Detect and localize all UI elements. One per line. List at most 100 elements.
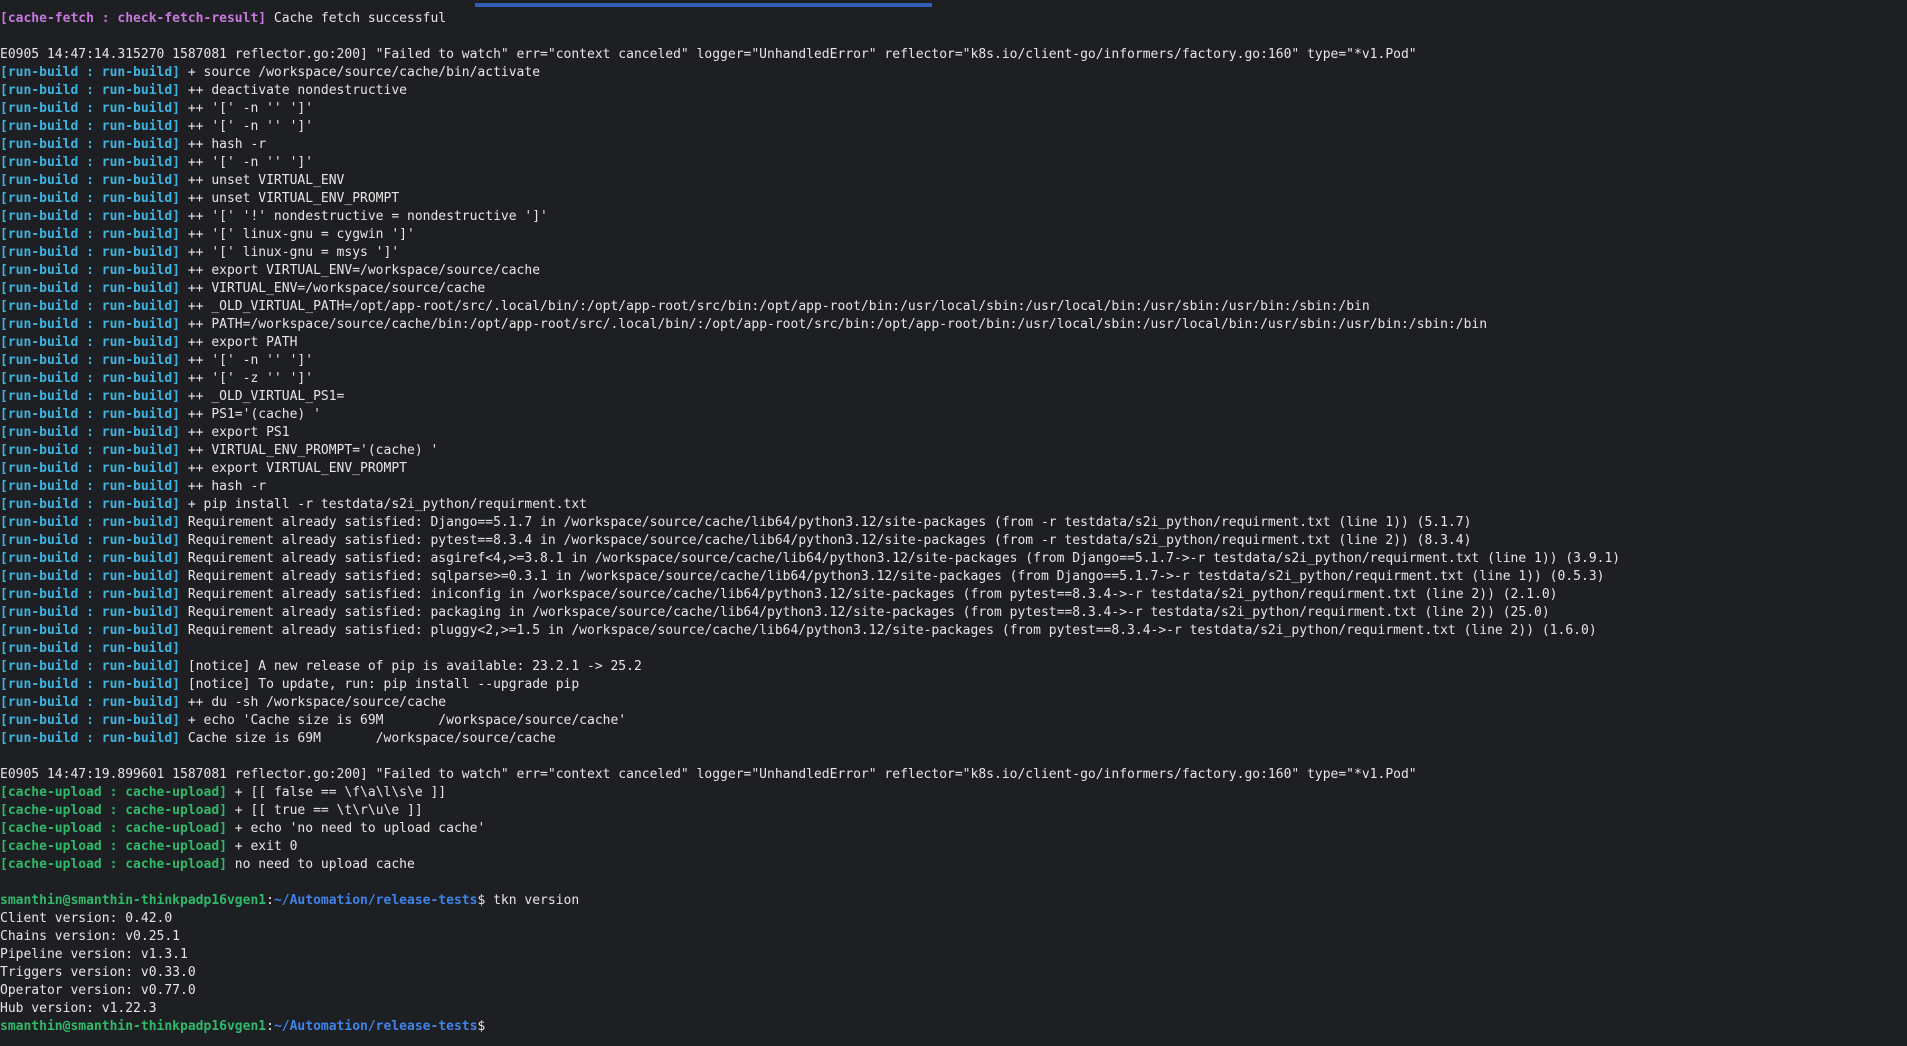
output-line: [run-build : run-build] Requirement alre… (0, 550, 1620, 568)
log-text: Chains version: v0.25.1 (0, 929, 181, 944)
output-line: Chains version: v0.25.1 (0, 928, 1620, 946)
step-prefix: [cache-upload : cache-upload] (0, 785, 227, 800)
log-text: Requirement already satisfied: packaging… (180, 605, 1550, 620)
output-line: Pipeline version: v1.3.1 (0, 946, 1620, 964)
progress-bar (475, 3, 932, 7)
step-prefix: [run-build : run-build] (0, 677, 181, 692)
log-text: Cache size is 69M /workspace/source/cach… (180, 731, 556, 746)
output-line: [run-build : run-build] ++ '[' -n '' ']' (0, 118, 1620, 136)
output-line: [run-build : run-build] ++ PATH=/workspa… (0, 316, 1620, 334)
log-text: ++ _OLD_VIRTUAL_PATH=/opt/app-root/src/.… (180, 299, 1370, 314)
step-prefix: [run-build : run-build] (0, 227, 181, 242)
log-text: ++ _OLD_VIRTUAL_PS1= (180, 389, 345, 404)
log-text: Client version: 0.42.0 (0, 911, 173, 926)
step-prefix: [run-build : run-build] (0, 155, 181, 170)
log-text: ++ PATH=/workspace/source/cache/bin:/opt… (180, 317, 1488, 332)
output-line: [run-build : run-build] ++ export PATH (0, 334, 1620, 352)
step-prefix: [run-build : run-build] (0, 461, 181, 476)
output-line: [run-build : run-build] ++ VIRTUAL_ENV_P… (0, 442, 1620, 460)
output-line: [run-build : run-build] ++ du -sh /works… (0, 694, 1620, 712)
log-text: Requirement already satisfied: pytest==8… (180, 533, 1472, 548)
output-line: [cache-upload : cache-upload] + [[ false… (0, 784, 1620, 802)
step-prefix: [run-build : run-build] (0, 191, 181, 206)
output-line: [run-build : run-build] [notice] To upda… (0, 676, 1620, 694)
terminal-cursor[interactable] (485, 1018, 493, 1033)
command-text[interactable]: tkn version (493, 893, 579, 908)
log-text: Operator version: v0.77.0 (0, 983, 196, 998)
step-prefix: [run-build : run-build] (0, 623, 181, 638)
step-prefix: [run-build : run-build] (0, 479, 181, 494)
log-text: ++ '[' '!' nondestructive = nondestructi… (180, 209, 548, 224)
log-text: E0905 14:47:14.315270 1587081 reflector.… (0, 47, 1417, 62)
log-text: E0905 14:47:19.899601 1587081 reflector.… (0, 767, 1417, 782)
output-line: [run-build : run-build] ++ '[' -n '' ']' (0, 352, 1620, 370)
terminal-output: [cache-fetch : check-fetch-result] Cache… (0, 10, 1620, 1036)
output-line: [run-build : run-build] ++ unset VIRTUAL… (0, 172, 1620, 190)
output-line: [run-build : run-build] Requirement alre… (0, 622, 1620, 640)
output-line: [run-build : run-build] Requirement alre… (0, 604, 1620, 622)
prompt-line: smanthin@smanthin-thinkpadp16vgen1:~/Aut… (0, 1018, 1620, 1036)
output-line: [run-build : run-build] Requirement alre… (0, 586, 1620, 604)
output-line: [run-build : run-build] Requirement alre… (0, 514, 1620, 532)
output-line: [run-build : run-build] ++ _OLD_VIRTUAL_… (0, 298, 1620, 316)
output-line: [run-build : run-build] ++ '[' -z '' ']' (0, 370, 1620, 388)
step-prefix: [run-build : run-build] (0, 443, 181, 458)
log-text: ++ '[' -z '' ']' (180, 371, 314, 386)
log-text: Triggers version: v0.33.0 (0, 965, 196, 980)
output-line: [run-build : run-build] ++ deactivate no… (0, 82, 1620, 100)
output-line: [run-build : run-build] ++ '[' -n '' ']' (0, 100, 1620, 118)
log-text: ++ du -sh /workspace/source/cache (180, 695, 447, 710)
log-text: + pip install -r testdata/s2i_python/req… (180, 497, 588, 512)
log-text: ++ hash -r (180, 137, 267, 152)
log-text: ++ export VIRTUAL_ENV_PROMPT (180, 461, 407, 476)
output-line: [run-build : run-build] ++ '[' -n '' ']' (0, 154, 1620, 172)
log-text: no need to upload cache (226, 857, 415, 872)
step-prefix: [run-build : run-build] (0, 371, 181, 386)
output-line: Operator version: v0.77.0 (0, 982, 1620, 1000)
output-line: [run-build : run-build] [notice] A new r… (0, 658, 1620, 676)
step-prefix: [run-build : run-build] (0, 83, 181, 98)
step-prefix: [run-build : run-build] (0, 245, 181, 260)
step-prefix: [run-build : run-build] (0, 353, 181, 368)
output-line: E0905 14:47:14.315270 1587081 reflector.… (0, 46, 1620, 64)
prompt-path: ~/Automation/release-tests (273, 1019, 478, 1034)
prompt-line: smanthin@smanthin-thinkpadp16vgen1:~/Aut… (0, 892, 1620, 910)
output-line: [run-build : run-build] ++ unset VIRTUAL… (0, 190, 1620, 208)
output-line: [run-build : run-build] ++ '[' linux-gnu… (0, 226, 1620, 244)
prompt-separator: : (266, 893, 274, 908)
output-line: [cache-upload : cache-upload] + echo 'no… (0, 820, 1620, 838)
log-text: [notice] A new release of pip is availab… (180, 659, 642, 674)
step-prefix: [run-build : run-build] (0, 515, 181, 530)
prompt-user: smanthin@smanthin-thinkpadp16vgen1 (0, 893, 267, 908)
log-text: ++ export PATH (180, 335, 298, 350)
step-prefix: [run-build : run-build] (0, 281, 181, 296)
step-prefix: [run-build : run-build] (0, 65, 181, 80)
output-line: [run-build : run-build] Requirement alre… (0, 568, 1620, 586)
log-text: Requirement already satisfied: sqlparse>… (180, 569, 1605, 584)
step-prefix: [run-build : run-build] (0, 695, 181, 710)
step-prefix: [run-build : run-build] (0, 551, 181, 566)
log-text: ++ VIRTUAL_ENV_PROMPT='(cache) ' (180, 443, 439, 458)
step-prefix: [cache-fetch : check-fetch-result] (0, 11, 267, 26)
output-line: [run-build : run-build] ++ hash -r (0, 136, 1620, 154)
log-text: ++ PS1='(cache) ' (180, 407, 321, 422)
step-prefix: [run-build : run-build] (0, 101, 181, 116)
log-text: ++ export VIRTUAL_ENV=/workspace/source/… (180, 263, 541, 278)
output-line: [run-build : run-build] ++ export VIRTUA… (0, 460, 1620, 478)
step-prefix: [cache-upload : cache-upload] (0, 857, 227, 872)
terminal-window[interactable]: [cache-fetch : check-fetch-result] Cache… (0, 0, 1907, 1046)
output-line: [run-build : run-build] ++ export VIRTUA… (0, 262, 1620, 280)
step-prefix: [cache-upload : cache-upload] (0, 803, 227, 818)
output-line: [run-build : run-build] + echo 'Cache si… (0, 712, 1620, 730)
output-line: [run-build : run-build] ++ VIRTUAL_ENV=/… (0, 280, 1620, 298)
log-text: ++ '[' linux-gnu = cygwin ']' (180, 227, 415, 242)
log-text: Requirement already satisfied: Django==5… (180, 515, 1472, 530)
prompt-user: smanthin@smanthin-thinkpadp16vgen1 (0, 1019, 267, 1034)
step-prefix: [run-build : run-build] (0, 173, 181, 188)
output-line: [run-build : run-build] + source /worksp… (0, 64, 1620, 82)
output-line: [run-build : run-build] Cache size is 69… (0, 730, 1620, 748)
log-text: Hub version: v1.22.3 (0, 1001, 157, 1016)
output-line: [run-build : run-build] Requirement alre… (0, 532, 1620, 550)
